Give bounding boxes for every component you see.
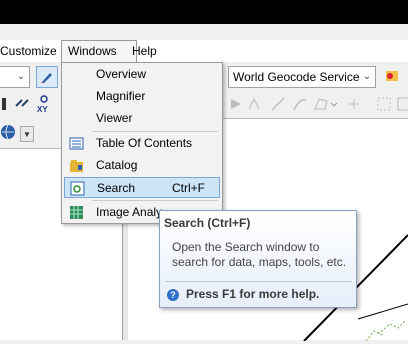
catalog-icon xyxy=(69,158,84,173)
globe-icon xyxy=(1,124,15,140)
pencil-icon xyxy=(41,73,52,83)
chevron-down-icon: ⌄ xyxy=(362,71,372,82)
menu-item-label: Catalog xyxy=(96,158,138,172)
polygon-tool-button[interactable] xyxy=(312,94,340,114)
globe-button[interactable] xyxy=(0,122,18,142)
menu-item-label: Table Of Contents xyxy=(96,136,193,150)
menu-item-label: Overview xyxy=(96,67,147,81)
toolbar-overflow-button[interactable]: ▼ xyxy=(20,126,34,142)
select-features-button[interactable] xyxy=(374,94,394,114)
title-bar xyxy=(0,0,408,24)
attributes-icon xyxy=(397,97,408,111)
select-features-icon xyxy=(377,97,391,111)
polygon-tool-icon xyxy=(314,98,338,110)
chevron-down-icon: ▼ xyxy=(23,129,31,139)
find-route-icon xyxy=(386,71,398,81)
reshape-icon xyxy=(248,97,260,110)
find-route-button[interactable] xyxy=(382,66,402,86)
menu-item-label: Magnifier xyxy=(96,89,146,103)
menu-item-overview[interactable]: Overview xyxy=(64,64,220,85)
menu-item-search[interactable]: Search Ctrl+F xyxy=(64,177,220,198)
trace-button[interactable] xyxy=(290,94,310,114)
menu-item-label: Viewer xyxy=(96,111,133,125)
tooltip-body: Open the Search window to search for dat… xyxy=(172,240,347,269)
menu-item-viewer[interactable]: Viewer xyxy=(64,108,220,129)
editor-pencil-button[interactable] xyxy=(36,66,58,88)
menu-separator xyxy=(92,200,218,201)
go-to-xy-icon: XY xyxy=(37,95,48,113)
search-tooltip: Search (Ctrl+F) Open the Search window t… xyxy=(159,210,357,308)
menu-item-table-of-contents[interactable]: Table Of Contents xyxy=(64,133,220,154)
menu-item-catalog[interactable]: Catalog xyxy=(64,155,220,176)
hyperlink-button[interactable] xyxy=(13,94,33,114)
image-analysis-icon xyxy=(69,205,84,220)
chevron-down-icon: ⌄ xyxy=(16,71,26,82)
geocode-service-combo[interactable]: World Geocode Service (A ⌄ xyxy=(228,66,376,88)
edit-vertices-icon xyxy=(231,99,241,109)
layer-combo[interactable]: ⌄ xyxy=(0,66,30,88)
straight-segment-icon xyxy=(271,97,285,111)
windows-menu: Overview Magnifier Viewer Table Of Conte… xyxy=(61,62,223,224)
table-of-contents-icon xyxy=(69,136,84,151)
geocode-service-value: World Geocode Service (A xyxy=(233,70,359,84)
reshape-button[interactable] xyxy=(244,94,264,114)
menu-item-magnifier[interactable]: Magnifier xyxy=(64,86,220,107)
menu-item-label: Image Analy xyxy=(96,205,163,219)
identify-icon xyxy=(2,98,6,110)
tooltip-separator xyxy=(165,281,352,282)
search-window-icon xyxy=(70,181,85,196)
menu-bar: Customize Windows Help xyxy=(0,40,408,64)
grid-icon xyxy=(349,99,359,109)
hyperlink-icon xyxy=(15,99,29,107)
menu-separator xyxy=(92,131,218,132)
attributes-button[interactable] xyxy=(394,94,408,114)
tooltip-help-text: Press F1 for more help. xyxy=(186,287,320,301)
help-icon: ? xyxy=(167,289,179,301)
menu-item-label: Search xyxy=(97,181,136,195)
grid-tool-button[interactable] xyxy=(344,94,364,114)
trace-icon xyxy=(293,98,307,111)
menu-help[interactable]: Help xyxy=(126,40,163,62)
go-to-xy-button[interactable]: XY xyxy=(34,94,54,114)
tooltip-title: Search (Ctrl+F) xyxy=(164,216,251,230)
menu-customize[interactable]: Customize xyxy=(0,40,63,62)
svg-text:XY: XY xyxy=(37,105,48,113)
straight-segment-button[interactable] xyxy=(268,94,288,114)
menu-item-shortcut: Ctrl+F xyxy=(172,181,205,195)
edit-vertices-button[interactable] xyxy=(226,94,246,114)
